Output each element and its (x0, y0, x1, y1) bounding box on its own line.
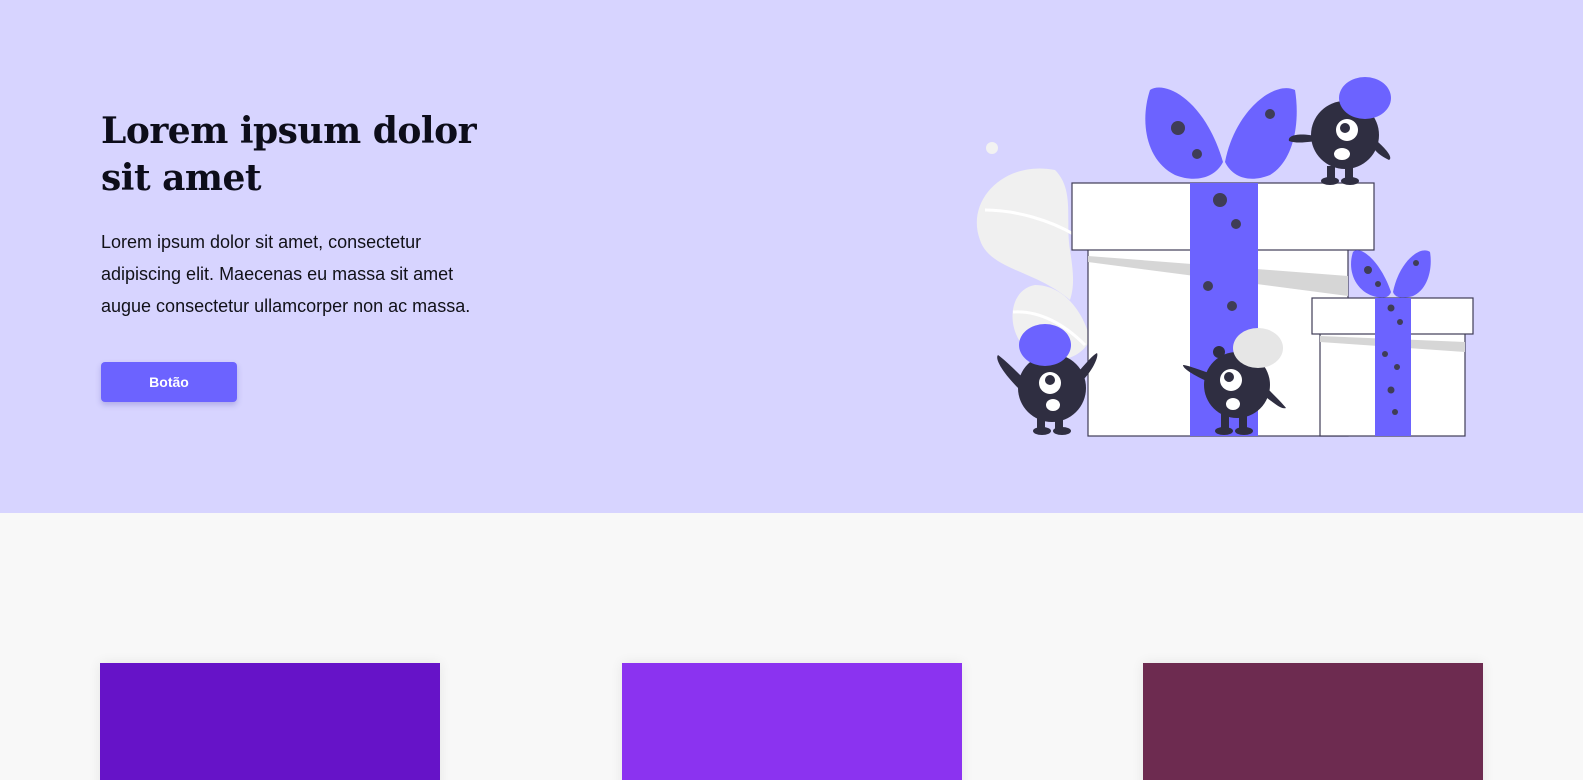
hero-title-line-2: sit amet (101, 157, 262, 199)
feature-card-3 (1143, 663, 1483, 780)
hero-description: Lorem ipsum dolor sit amet, consectetur … (101, 232, 471, 316)
hero-text-block: Lorem ipsum dolor sit amet Lorem ipsum do… (101, 108, 501, 322)
features-section (0, 513, 1583, 780)
gift-boxes-monsters-illustration-icon (976, 77, 1474, 437)
hero-section: Lorem ipsum dolor sit amet Lorem ipsum do… (0, 0, 1583, 513)
feature-card-2 (622, 663, 962, 780)
feature-card-1 (100, 663, 440, 780)
hero-title-line-1: Lorem ipsum dolor (101, 110, 477, 152)
hero-cta-button[interactable]: Botão (101, 362, 237, 402)
hero-title: Lorem ipsum dolor sit amet (101, 108, 501, 202)
